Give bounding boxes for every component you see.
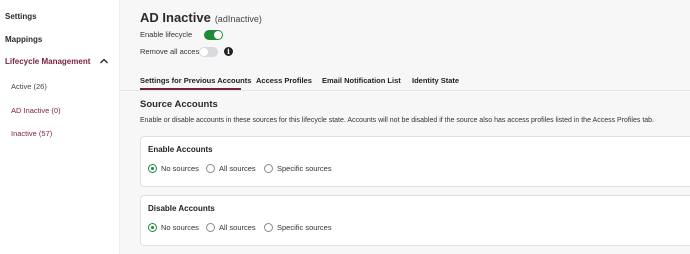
sidebar-item-mappings[interactable]: Mappings	[5, 35, 42, 44]
page-title: AD Inactive (adInactive)	[140, 10, 262, 25]
enable-accounts-card: Enable Accounts No sources All sources S…	[140, 136, 690, 187]
remove-all-access-label: Remove all access	[140, 47, 203, 56]
info-icon[interactable]: i	[224, 47, 233, 56]
radio-label: Specific sources	[277, 164, 332, 173]
sidebar-item-ad-inactive[interactable]: AD Inactive (0)	[11, 106, 61, 115]
source-accounts-title: Source Accounts	[140, 99, 218, 110]
tab-identity-state[interactable]: Identity State	[412, 76, 459, 85]
page-subtitle: (adInactive)	[214, 14, 262, 24]
sidebar-item-settings[interactable]: Settings	[5, 12, 37, 21]
chevron-up-icon[interactable]	[99, 56, 109, 66]
disable-all-sources-radio[interactable]: All sources	[206, 223, 256, 232]
source-accounts-description: Enable or disable accounts in these sour…	[140, 117, 654, 124]
toggle-knob	[214, 31, 222, 39]
disable-specific-sources-radio[interactable]: Specific sources	[264, 223, 332, 232]
radio-selected-icon	[148, 164, 157, 173]
radio-icon	[264, 164, 273, 173]
remove-all-access-toggle[interactable]	[199, 47, 218, 57]
radio-selected-icon	[148, 223, 157, 232]
sidebar-item-inactive[interactable]: Inactive (57)	[11, 129, 52, 138]
enable-specific-sources-radio[interactable]: Specific sources	[264, 164, 332, 173]
main-panel: AD Inactive (adInactive) Enable lifecycle…	[120, 0, 690, 254]
enable-no-sources-radio[interactable]: No sources	[148, 164, 199, 173]
enable-accounts-title: Enable Accounts	[148, 145, 213, 154]
toggle-knob	[200, 48, 208, 56]
sidebar-item-lifecycle-management[interactable]: Lifecycle Management	[5, 57, 90, 66]
sidebar: Settings Mappings Lifecycle Management A…	[0, 0, 120, 254]
radio-label: No sources	[161, 223, 199, 232]
radio-icon	[264, 223, 273, 232]
radio-icon	[206, 164, 215, 173]
tab-settings-for-previous-accounts[interactable]: Settings for Previous Accounts	[140, 76, 251, 85]
tab-access-profiles[interactable]: Access Profiles	[256, 76, 312, 85]
enable-lifecycle-toggle[interactable]	[204, 30, 223, 40]
radio-label: All sources	[219, 164, 256, 173]
radio-icon	[206, 223, 215, 232]
radio-label: No sources	[161, 164, 199, 173]
disable-no-sources-radio[interactable]: No sources	[148, 223, 199, 232]
disable-accounts-title: Disable Accounts	[148, 204, 215, 213]
sidebar-item-active[interactable]: Active (26)	[11, 82, 47, 91]
radio-label: Specific sources	[277, 223, 332, 232]
active-tab-indicator	[140, 88, 241, 90]
tab-email-notification-list[interactable]: Email Notification List	[322, 76, 401, 85]
page-title-text: AD Inactive	[140, 10, 211, 25]
enable-all-sources-radio[interactable]: All sources	[206, 164, 256, 173]
tab-divider	[120, 90, 690, 91]
enable-lifecycle-label: Enable lifecycle	[140, 30, 193, 39]
radio-label: All sources	[219, 223, 256, 232]
disable-accounts-card: Disable Accounts No sources All sources …	[140, 195, 690, 246]
